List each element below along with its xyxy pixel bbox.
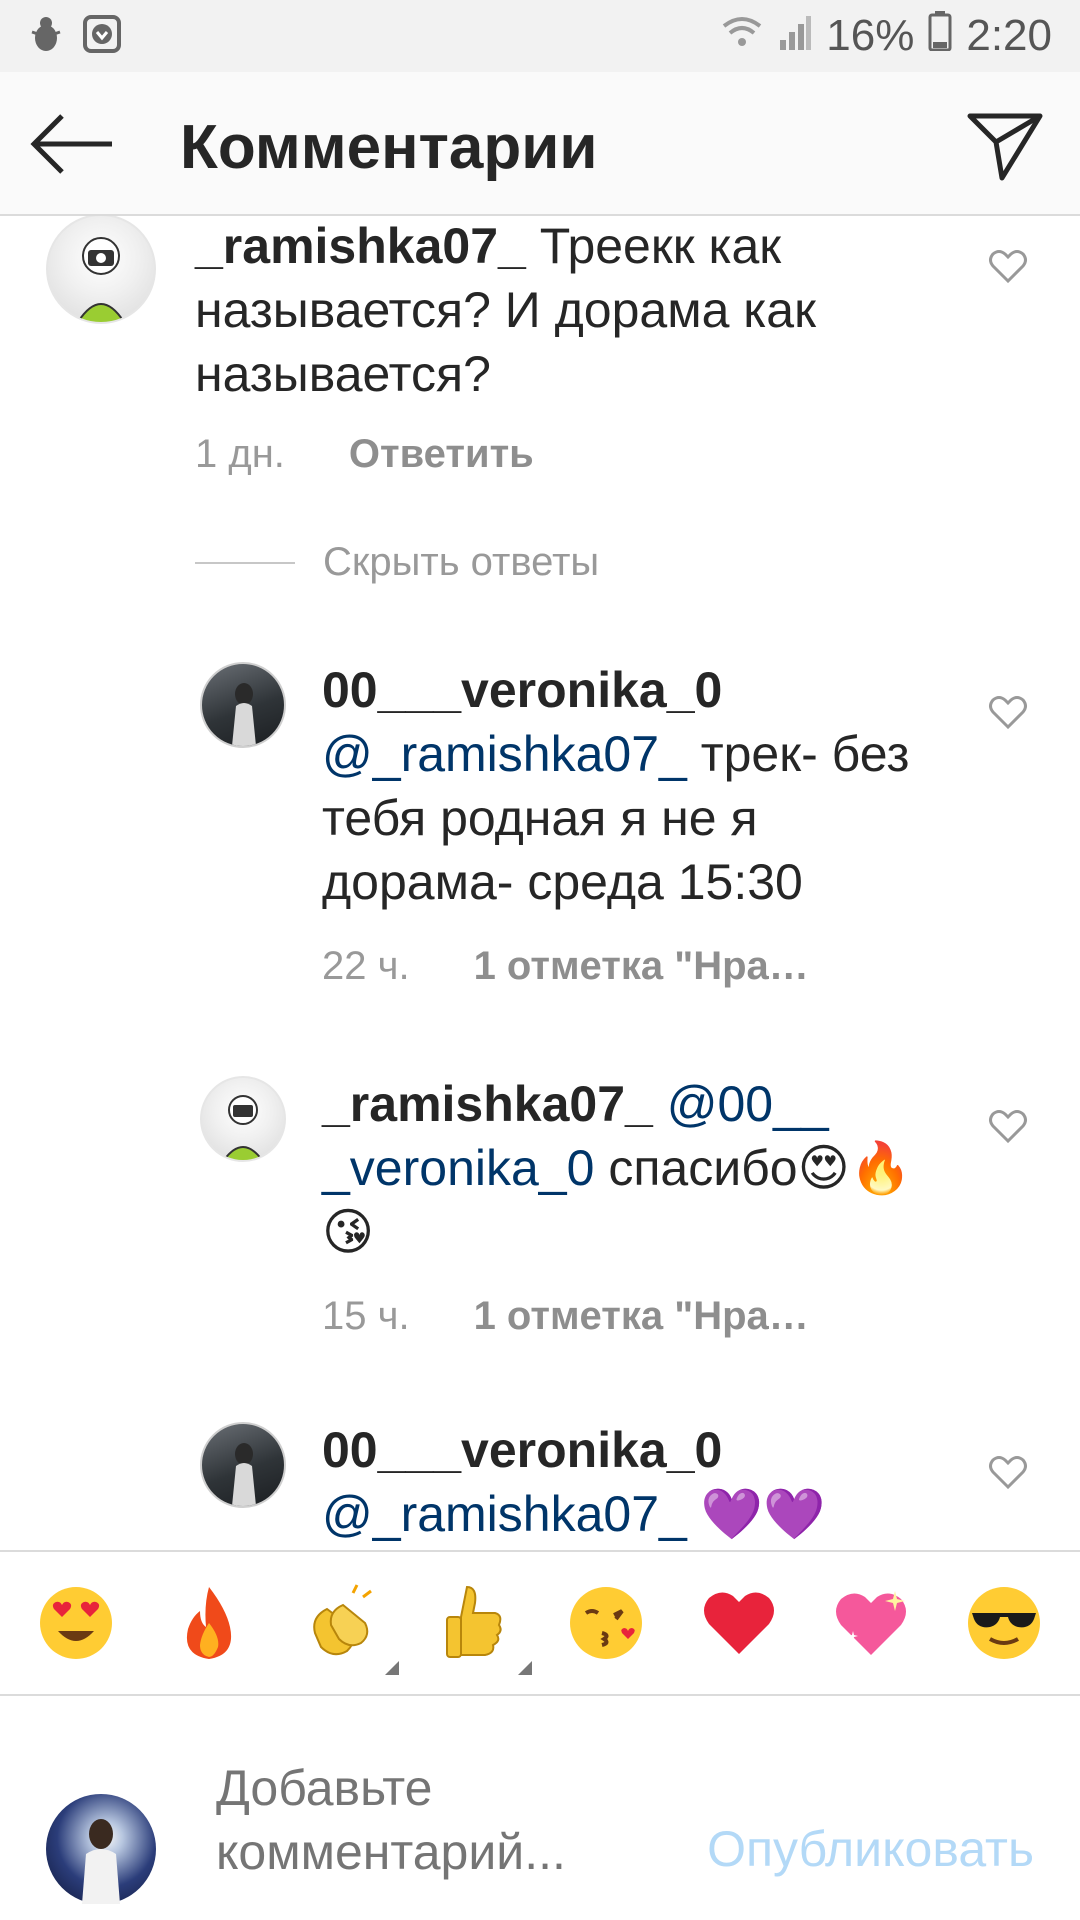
kiss-emoji-icon — [570, 1587, 643, 1659]
comments-list[interactable]: _ramishka07_ Треекк как называется? И до… — [0, 216, 1080, 1550]
avatar[interactable] — [46, 216, 156, 324]
likes-count-button[interactable]: 1 отметка "Нра… — [474, 1294, 809, 1339]
back-arrow-icon — [30, 114, 112, 174]
paper-plane-icon — [967, 113, 1043, 181]
heart-icon[interactable] — [988, 1106, 1028, 1146]
reply-mention[interactable]: @_ramishka07_ — [322, 1486, 687, 1542]
header: Комментарии — [0, 72, 1080, 216]
reply-time: 22 ч. — [322, 944, 410, 988]
signal-icon — [778, 11, 812, 61]
wifi-icon — [720, 11, 764, 61]
sunglasses-emoji-icon — [967, 1587, 1040, 1659]
clap-emoji-icon — [313, 1584, 373, 1656]
clock: 2:20 — [966, 11, 1052, 60]
emoji-thumbs-up-button[interactable] — [424, 1573, 532, 1675]
likes-count-button[interactable]: 1 отметка "Нра… — [474, 944, 809, 989]
avatar[interactable] — [200, 662, 286, 748]
hide-replies-button[interactable]: Скрыть ответы — [195, 540, 599, 585]
battery-icon — [928, 10, 952, 62]
red-heart-emoji-icon — [703, 1592, 774, 1654]
heart-icon[interactable] — [988, 1452, 1028, 1492]
reply-body: 💜💜 — [686, 1486, 826, 1542]
reply-username[interactable]: 00___veronika_0 — [322, 1422, 722, 1478]
reply-mention[interactable]: @_ramishka07_ — [322, 726, 687, 782]
fire-emoji-icon — [186, 1587, 231, 1659]
sparkling-heart-emoji-icon — [836, 1591, 907, 1655]
emoji-fire-button[interactable] — [159, 1573, 259, 1673]
skin-tone-indicator — [517, 1661, 532, 1675]
page-title: Комментарии — [180, 113, 598, 182]
avatar[interactable] — [200, 1422, 286, 1508]
emoji-heart-eyes-button[interactable] — [26, 1573, 126, 1673]
back-button[interactable] — [28, 108, 118, 180]
avatar[interactable] — [200, 1076, 286, 1162]
reply-username[interactable]: 00___veronika_0 — [322, 662, 722, 718]
status-bar: 16% 2:20 — [0, 0, 1080, 72]
emoji-red-heart-button[interactable] — [689, 1573, 789, 1673]
thumbs-up-emoji-icon — [445, 1585, 502, 1658]
share-button[interactable] — [966, 106, 1044, 184]
heart-icon[interactable] — [988, 692, 1028, 732]
divider — [195, 561, 295, 564]
battery-percent: 16% — [826, 11, 915, 60]
heart-eyes-emoji-icon — [40, 1587, 113, 1659]
reply-button[interactable]: Ответить — [349, 432, 534, 477]
publish-button[interactable]: Опубликовать — [707, 1820, 1034, 1878]
comment-composer: Опубликовать — [0, 1696, 1080, 1920]
comment-input[interactable] — [216, 1756, 636, 1896]
heart-icon[interactable] — [988, 246, 1028, 286]
emoji-kiss-button[interactable] — [556, 1573, 656, 1673]
bug-icon — [28, 14, 64, 59]
emoji-sunglasses-button[interactable] — [954, 1573, 1054, 1673]
emoji-sparkling-heart-button[interactable] — [821, 1573, 921, 1673]
comment-time: 1 дн. — [195, 432, 285, 476]
download-icon — [82, 14, 122, 59]
reply-username[interactable]: _ramishka07_ — [322, 1076, 653, 1132]
comment-username[interactable]: _ramishka07_ — [195, 218, 526, 274]
hide-replies-label: Скрыть ответы — [323, 540, 600, 584]
emoji-clap-button[interactable] — [291, 1573, 400, 1675]
skin-tone-indicator — [385, 1661, 400, 1675]
current-user-avatar — [46, 1794, 156, 1904]
reply-time: 15 ч. — [322, 1294, 410, 1338]
emoji-quick-bar — [0, 1550, 1080, 1696]
